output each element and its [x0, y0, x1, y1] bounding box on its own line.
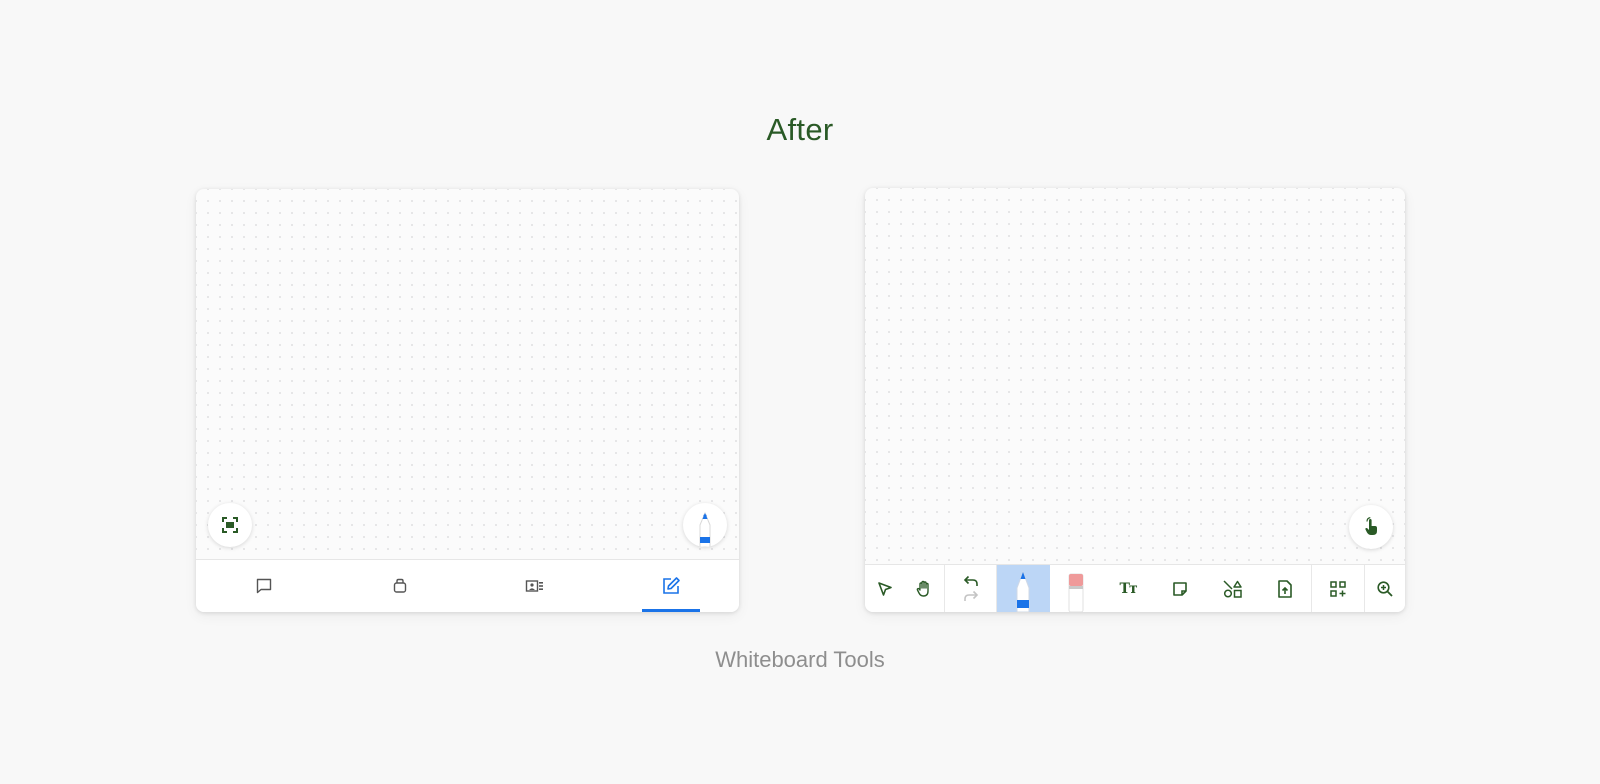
select-tool-button[interactable]	[865, 565, 904, 612]
page-caption: Whiteboard Tools	[715, 647, 885, 672]
page-heading: After	[766, 112, 834, 147]
add-widget-icon	[1330, 580, 1347, 597]
marker-pen-icon	[699, 511, 711, 547]
zoom-in-icon	[1377, 580, 1393, 597]
shapes-tool-button[interactable]	[1207, 565, 1259, 612]
whiteboard-toolbar: Tт	[865, 564, 1405, 612]
hand-pan-icon	[916, 580, 929, 597]
pan-tool-button[interactable]	[904, 565, 943, 612]
shapes-icon	[1223, 579, 1242, 598]
mobile-whiteboard-panel	[196, 189, 739, 612]
redo-icon[interactable]	[962, 590, 980, 603]
text-icon: Tт	[1119, 580, 1138, 597]
edit-icon	[663, 577, 680, 594]
undo-icon[interactable]	[962, 575, 980, 588]
text-tool-button[interactable]: Tт	[1102, 565, 1154, 612]
upload-file-icon	[1278, 579, 1292, 598]
zoom-in-tool-button[interactable]	[1364, 565, 1404, 612]
select-arrow-icon	[877, 581, 892, 596]
touch-hand-icon	[1365, 517, 1377, 535]
fit-to-screen-button[interactable]	[208, 503, 252, 547]
eraser-tool-button[interactable]	[1050, 565, 1102, 612]
tab-edit[interactable]	[603, 560, 739, 612]
contact-card-icon	[526, 580, 544, 592]
undo-redo-group	[943, 565, 998, 612]
chat-icon	[256, 578, 272, 594]
whiteboard-canvas[interactable]	[865, 188, 1405, 565]
touch-mode-button[interactable]	[1349, 505, 1393, 549]
pen-icon	[1016, 570, 1030, 612]
marker-pen-button[interactable]	[683, 503, 727, 547]
fit-to-screen-icon	[222, 517, 238, 533]
tab-chat[interactable]	[196, 560, 332, 612]
whiteboard-canvas[interactable]	[196, 189, 739, 560]
eraser-icon	[1068, 573, 1084, 612]
bottom-navigation	[196, 559, 739, 612]
tab-bag[interactable]	[332, 560, 468, 612]
upload-tool-button[interactable]	[1259, 565, 1311, 612]
sticky-note-icon	[1173, 581, 1188, 596]
bag-icon	[393, 578, 406, 593]
tab-contact-card[interactable]	[468, 560, 604, 612]
sticky-note-tool-button[interactable]	[1154, 565, 1206, 612]
desktop-whiteboard-panel: Tт	[865, 188, 1405, 612]
pen-tool-button[interactable]	[997, 565, 1050, 612]
add-widget-tool-button[interactable]	[1311, 565, 1364, 612]
